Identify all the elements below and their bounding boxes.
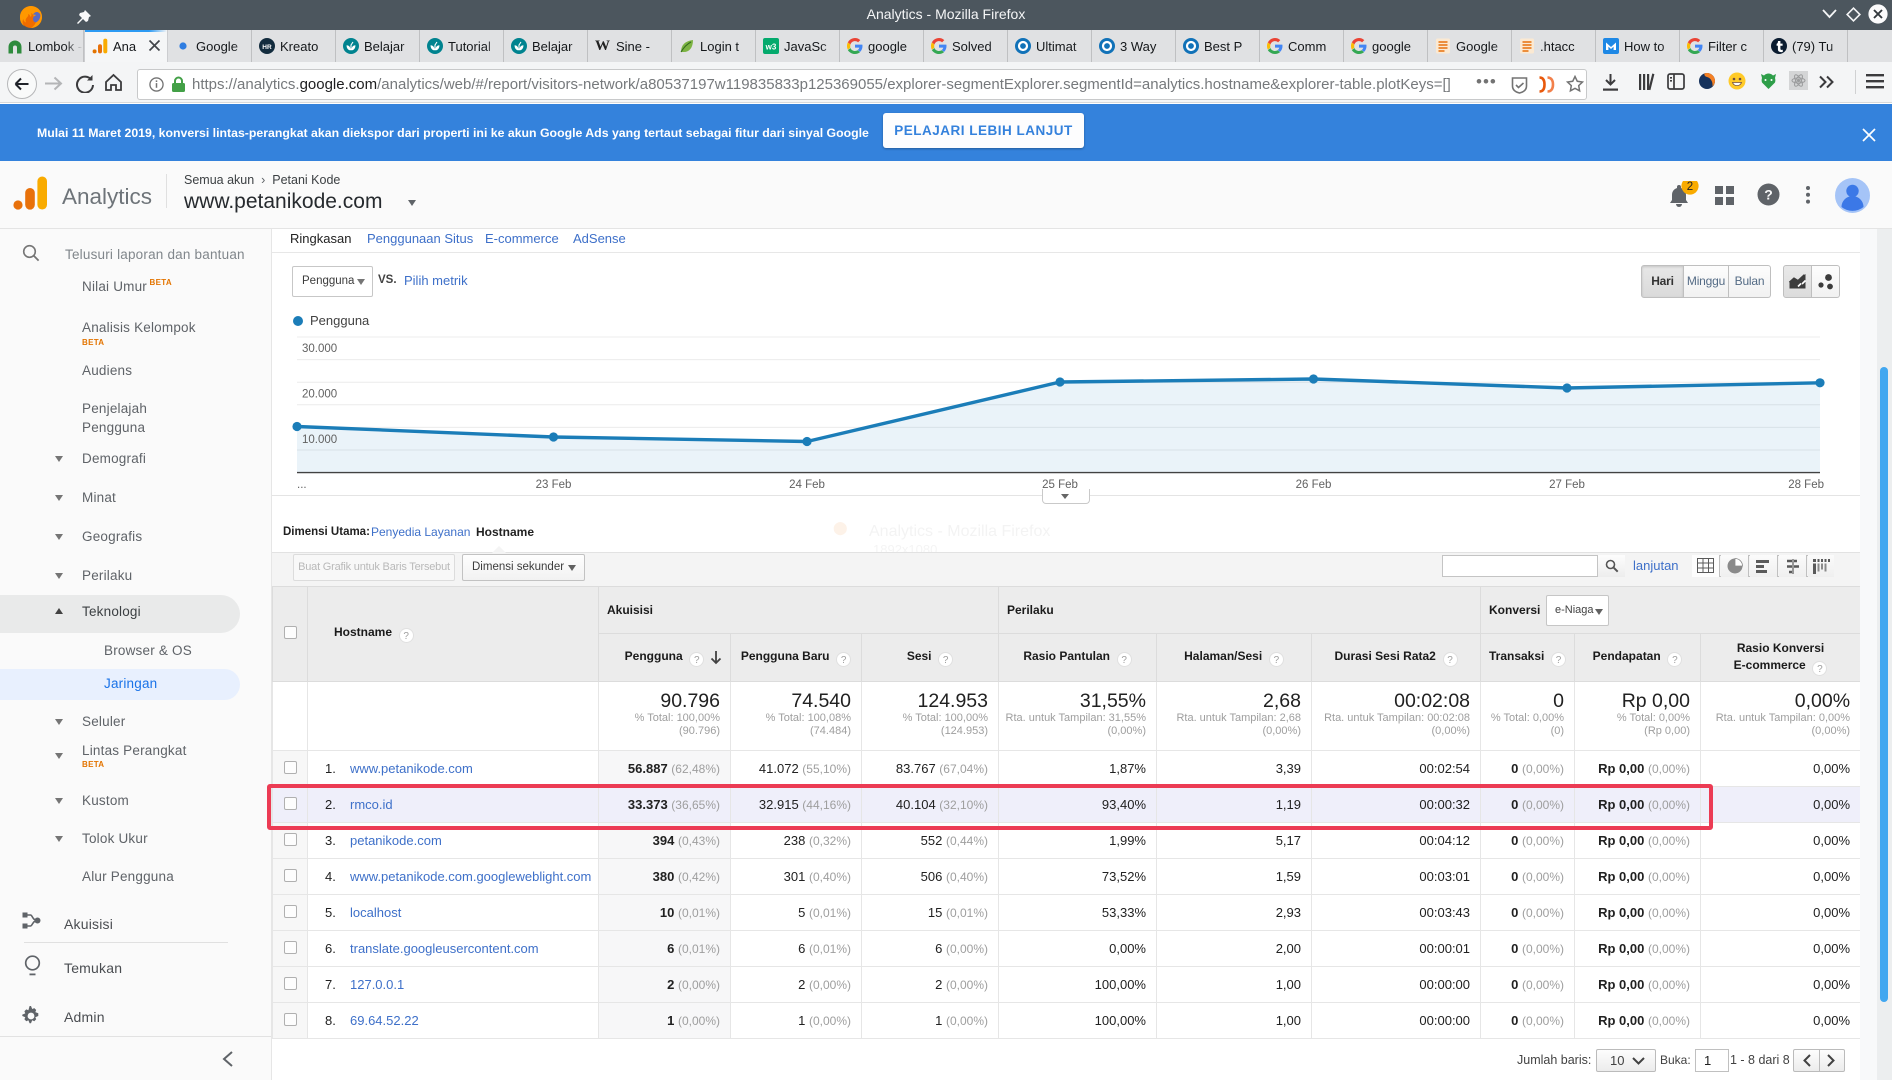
svg-text:24 Feb: 24 Feb (789, 479, 825, 491)
svg-text:20.000: 20.000 (302, 389, 337, 401)
svg-text:27 Feb: 27 Feb (1549, 479, 1585, 491)
svg-text:?: ? (1764, 186, 1773, 202)
svg-text:30.000: 30.000 (302, 343, 337, 355)
svg-text:26 Feb: 26 Feb (1296, 479, 1332, 491)
svg-text:28 Feb: 28 Feb (1788, 479, 1824, 491)
svg-text:2: 2 (1687, 181, 1693, 193)
svg-text:HR: HR (262, 44, 272, 51)
svg-text:23 Feb: 23 Feb (536, 479, 572, 491)
svg-text:w3: w3 (765, 43, 777, 52)
svg-text:10.000: 10.000 (302, 434, 337, 446)
svg-text:...: ... (297, 479, 307, 491)
